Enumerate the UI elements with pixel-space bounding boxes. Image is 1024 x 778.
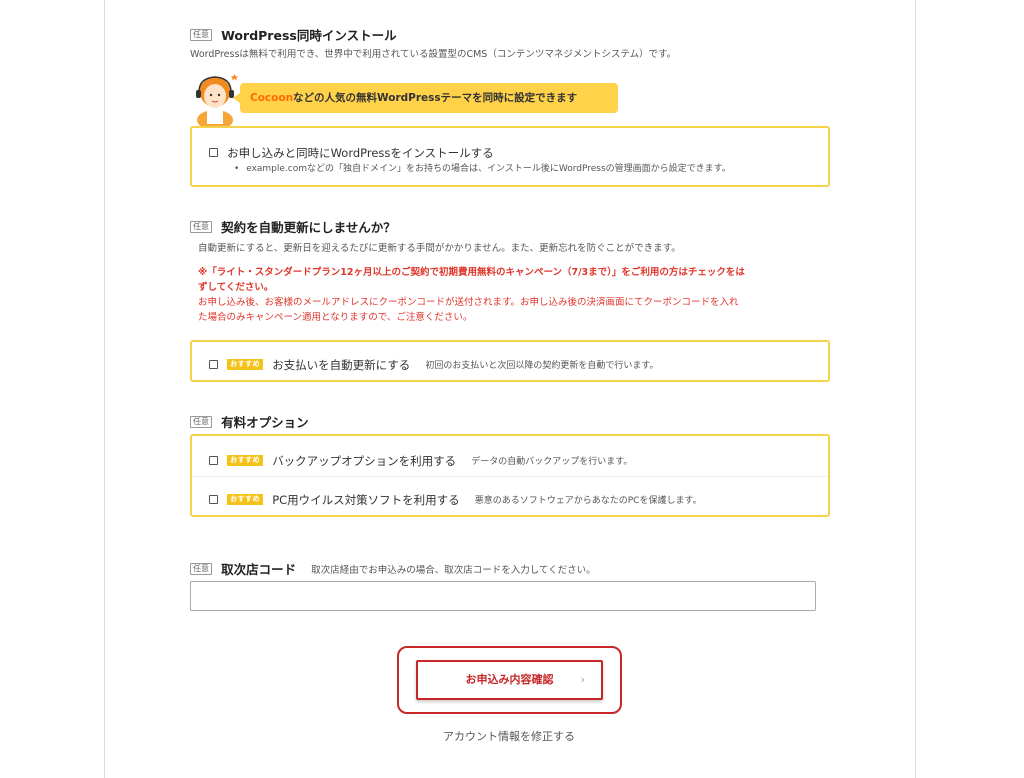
optional-tag: 任意 [190, 28, 212, 41]
backup-option-checkbox[interactable] [209, 456, 218, 465]
campaign-warning: ※「ライト・スタンダードプラン12ヶ月以上のご契約で初期費用無料のキャンペーン（… [198, 267, 745, 323]
optional-tag: 任意 [190, 415, 212, 428]
backup-option-sub: データの自動バックアップを行います。 [471, 457, 633, 467]
auto-renew-sub: 初回のお支払いと次回以降の契約更新を自動で行います。 [425, 361, 659, 371]
wordpress-title: WordPress同時インストール [221, 28, 397, 43]
auto-renew-box: おすすめ お支払いを自動更新にする 初回のお支払いと次回以降の契約更新を自動で行… [190, 340, 830, 382]
edit-account-link[interactable]: アカウント情報を修正する [0, 728, 1018, 744]
paid-options-box: おすすめ バックアップオプションを利用する データの自動バックアップを行います。… [190, 434, 830, 517]
wordpress-install-note: • example.comなどの「独自ドメイン」をお持ちの場合は、インストール後… [234, 164, 731, 174]
wordpress-description: WordPressは無料で利用でき、世界中で利用されている設置型のCMS（コンテ… [190, 49, 677, 60]
agent-code-section-header: 任意 取次店コード 取次店経由でお申込みの場合、取次店コードを入力してください。 [190, 558, 596, 578]
wordpress-section-header: 任意 WordPress同時インストール [190, 24, 397, 44]
auto-renew-section-header: 任意 契約を自動更新にしませんか？ [190, 216, 396, 236]
optional-tag: 任意 [190, 562, 212, 575]
auto-renew-checkbox[interactable] [209, 360, 218, 369]
paid-options-section-header: 任意 有料オプション [190, 411, 309, 431]
antivirus-option-sub: 悪意のあるソフトウェアからあなたのPCを保護します。 [474, 496, 702, 506]
paid-option-row: おすすめ PC用ウイルス対策ソフトを利用する 悪意のあるソフトウェアからあなたの… [192, 477, 828, 517]
agent-code-title: 取次店コード [221, 562, 297, 577]
backup-option-label[interactable]: バックアップオプションを利用する [272, 454, 456, 468]
agent-code-description: 取次店経由でお申込みの場合、取次店コードを入力してください。 [311, 564, 596, 576]
recommend-badge: おすすめ [227, 455, 264, 466]
bullet-icon: • [234, 164, 240, 174]
chevron-right-icon: › [580, 673, 585, 686]
recommend-badge: おすすめ [227, 494, 264, 505]
antivirus-option-checkbox[interactable] [209, 495, 218, 504]
auto-renew-description: 自動更新にすると、更新日を迎えるたびに更新する手間がかかりません。また、更新忘れ… [198, 243, 681, 254]
wordpress-install-checkbox[interactable] [209, 148, 218, 157]
paid-option-row: おすすめ バックアップオプションを利用する データの自動バックアップを行います。 [192, 436, 828, 477]
agent-code-input[interactable] [190, 581, 816, 611]
optional-tag: 任意 [190, 220, 212, 233]
submit-highlight-frame: お申込み内容確認 › [397, 646, 622, 714]
cocoon-promo-bubble: Cocoonなどの人気の無料WordPressテーマを同時に設定できます [233, 83, 618, 113]
cocoon-highlight: Cocoon [250, 92, 294, 104]
bubble-text: などの人気の無料WordPressテーマを同時に設定できます [293, 92, 578, 104]
auto-renew-title: 契約を自動更新にしませんか？ [221, 220, 396, 235]
antivirus-option-label[interactable]: PC用ウイルス対策ソフトを利用する [272, 493, 459, 507]
recommend-badge: おすすめ [227, 359, 264, 370]
paid-options-title: 有料オプション [221, 415, 309, 430]
confirm-application-button[interactable]: お申込み内容確認 › [416, 660, 603, 700]
wordpress-install-box: お申し込みと同時にWordPressをインストールする • example.co… [190, 126, 830, 187]
wordpress-install-label[interactable]: お申し込みと同時にWordPressをインストールする [227, 146, 494, 160]
auto-renew-label[interactable]: お支払いを自動更新にする [272, 358, 410, 372]
